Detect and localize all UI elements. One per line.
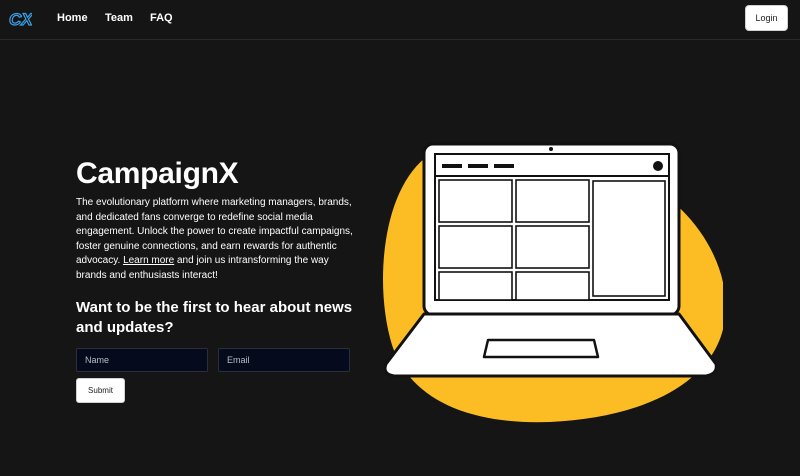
nav-link-faq[interactable]: FAQ [150, 12, 173, 24]
hero-description: The evolutionary platform where marketin… [76, 196, 356, 284]
menu-bar-3 [494, 164, 514, 168]
login-button[interactable]: Login [745, 5, 788, 31]
learn-more-link[interactable]: Learn more [123, 255, 174, 266]
menu-bar-2 [468, 164, 488, 168]
campaignx-logo-icon[interactable]: CX [8, 9, 32, 29]
name-input[interactable] [76, 348, 208, 372]
screen-card [515, 179, 590, 223]
screen-card [438, 271, 513, 301]
laptop-trackpad [482, 338, 600, 359]
screen-card [515, 271, 590, 301]
screen-card [515, 225, 590, 269]
camera-dot [549, 147, 553, 151]
screen-sidebar-panel [592, 180, 666, 297]
submit-button[interactable]: Submit [76, 378, 125, 403]
screen-card [438, 179, 513, 223]
nav-link-team[interactable]: Team [105, 12, 133, 24]
nav-link-home[interactable]: Home [57, 12, 88, 24]
signup-heading: Want to be the first to hear about news … [76, 299, 353, 336]
hero-title: CampaignX [76, 157, 239, 190]
svg-text:CX: CX [9, 10, 32, 29]
menu-bar-1 [442, 164, 462, 168]
laptop-illustration [383, 142, 723, 423]
screen-card [438, 225, 513, 269]
email-input[interactable] [218, 348, 350, 372]
navbar: CX Home Team FAQ Login [0, 0, 800, 40]
avatar-circle [653, 161, 663, 171]
